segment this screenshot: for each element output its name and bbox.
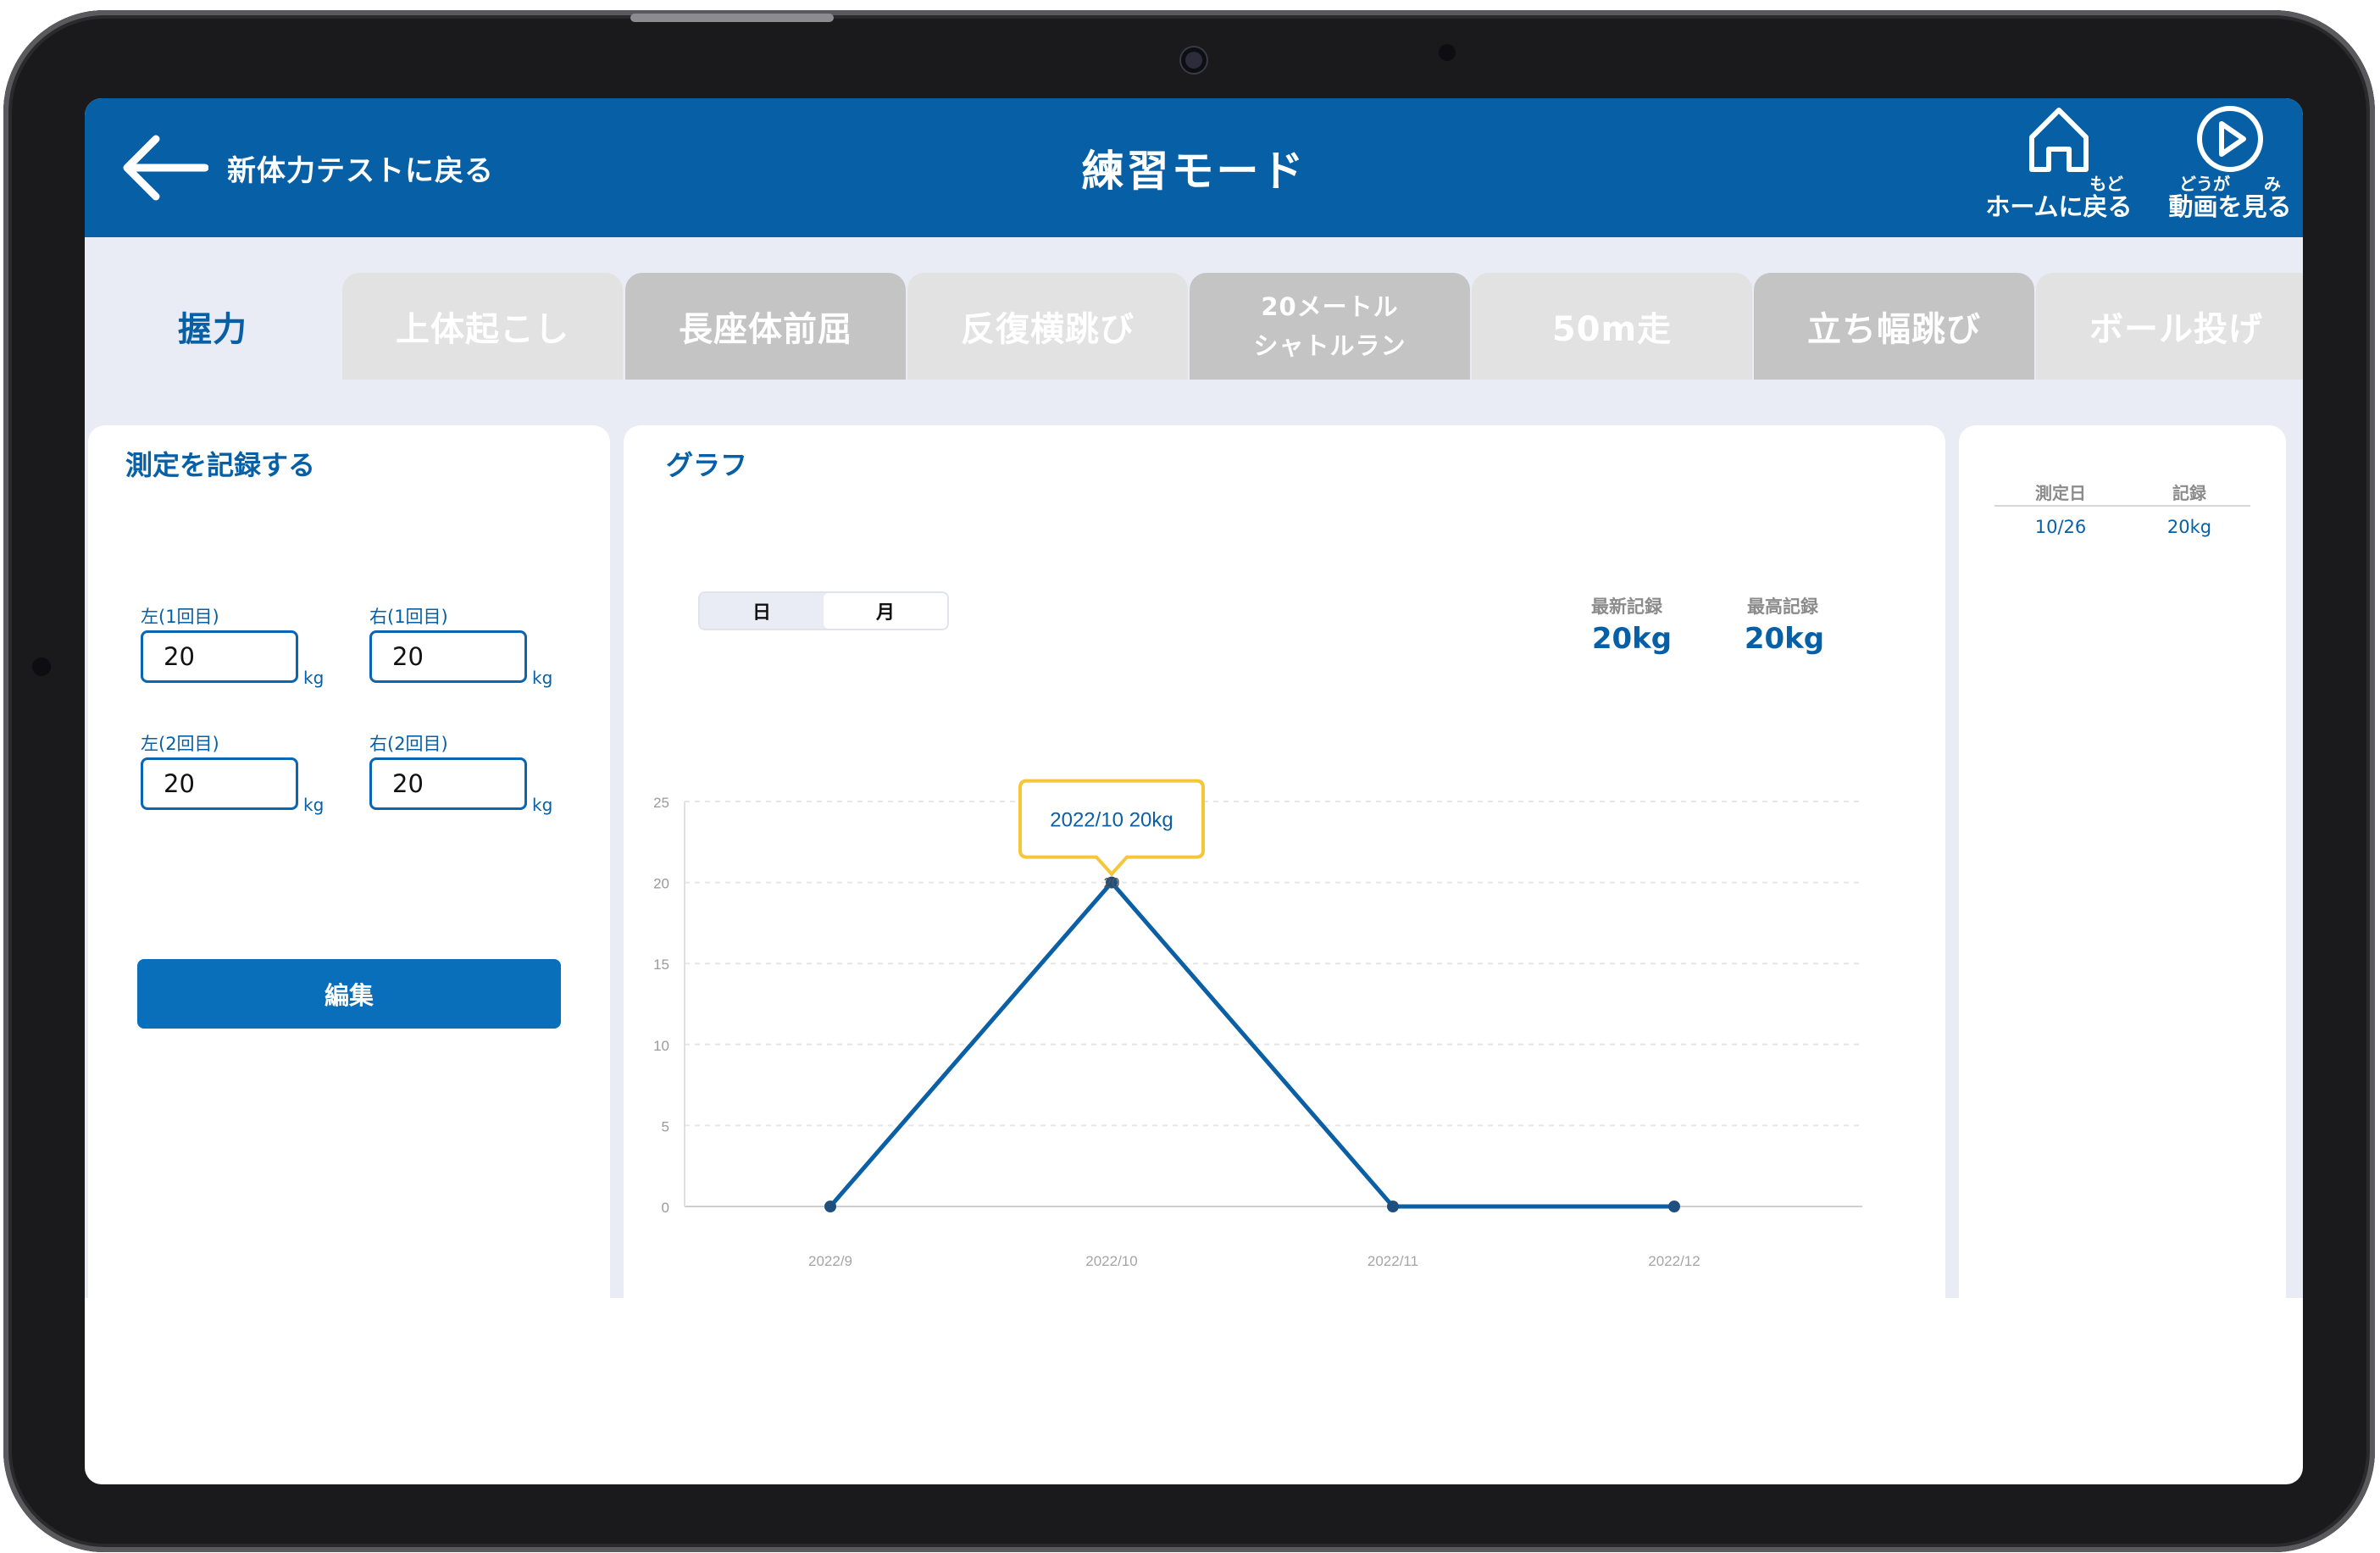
x-tick-label: 2022/11 — [1368, 1253, 1418, 1269]
page-title: 練習モード — [1081, 147, 1307, 196]
x-tick-label: 2022/9 — [808, 1253, 852, 1269]
data-point — [824, 1201, 836, 1212]
record-title: 測定を記録する — [125, 449, 316, 481]
video-ruby: どうが み — [2179, 174, 2281, 194]
video-label: 動画を見る — [2168, 192, 2292, 221]
tab-label-line2: シャトルラン — [1253, 331, 1406, 360]
record-card: 測定を記録する 左(1回目) kg 右(1回目) kg 左(2回目) kg 右(… — [88, 425, 610, 1340]
tab-label-line1: 20メートル — [1261, 292, 1399, 321]
col-date-header: 測定日 — [2035, 483, 2086, 503]
line-chart: 05101520252022/9 2022/10 2022/11 2022/12202… — [653, 779, 1862, 1269]
row-record: 20kg — [2166, 517, 2212, 537]
watch-video-button[interactable]: どうが み 動画を見る — [2162, 103, 2298, 220]
tab-ball-throw[interactable]: ボール投げ — [2036, 273, 2303, 380]
tab-sitting-forward-bend[interactable]: 長座体前屈 — [625, 273, 906, 380]
series-line — [829, 880, 1674, 1209]
right-2-unit: kg — [532, 795, 553, 815]
app-screen: 新体力テストに戻る 練習モード もど ホームに戻る どうが み 動画を見る 握力… — [85, 98, 2303, 1484]
right-1-input[interactable] — [369, 630, 527, 683]
y-tick-label: 5 — [662, 1118, 669, 1134]
home-icon — [2029, 108, 2089, 172]
tab-label: 立ち幅跳び — [1807, 310, 1981, 349]
left-1-unit: kg — [303, 668, 325, 688]
edit-button[interactable]: 編集 — [137, 959, 561, 1029]
left-2-input[interactable] — [141, 757, 298, 810]
home-button[interactable]: もど ホームに戻る — [1983, 103, 2135, 220]
left-2-label: 左(2回目) — [141, 734, 219, 754]
tab-situps[interactable]: 上体起こし — [342, 273, 623, 380]
y-tick-label: 10 — [653, 1038, 669, 1054]
main-content: 握力 上体起こし 長座体前屈 反復横跳び 20メートル シャトルラン 50m走 — [85, 237, 2303, 1340]
tab-label: 反復横跳び — [961, 310, 1135, 349]
home-label: ホームに戻る — [1985, 192, 2133, 221]
left-1-label: 左(1回目) — [141, 607, 219, 627]
left-1-input[interactable] — [141, 630, 298, 683]
home-ruby: もど — [2089, 174, 2123, 194]
light-sensor — [1439, 44, 1456, 61]
row-date: 10/26 — [2034, 517, 2087, 537]
left-2-unit: kg — [303, 795, 325, 815]
test-tabs: 握力 上体起こし 長座体前屈 反復横跳び 20メートル シャトルラン 50m走 — [85, 273, 2303, 380]
tab-label: 長座体前屈 — [679, 310, 852, 349]
side-sensor — [32, 657, 51, 676]
tab-label: ボール投げ — [2089, 310, 2263, 349]
power-button — [630, 14, 834, 22]
graph-card: グラフ 日 月 最新記録 20kg 最高記録 20kg 0 5 10 15 20 25 20… — [624, 425, 1945, 1340]
play-circle-icon — [2197, 106, 2263, 172]
y-tick-label: 20 — [653, 876, 669, 892]
tab-standing-jump[interactable]: 立ち幅跳び — [1754, 273, 2034, 380]
data-point — [1387, 1201, 1399, 1212]
right-2-input[interactable] — [369, 757, 527, 810]
table-divider — [1994, 505, 2250, 507]
x-tick-label: 2022/10 — [1085, 1253, 1137, 1269]
tab-side-step[interactable]: 反復横跳び — [907, 273, 1188, 380]
tab-shuttle-run[interactable]: 20メートル シャトルラン — [1190, 273, 1470, 380]
tab-label: 上体起こし — [396, 310, 569, 349]
data-point — [1668, 1201, 1680, 1212]
x-tick-label: 2022/12 — [1648, 1253, 1700, 1269]
history-card: 測定日 記録 10/26 20kg — [1959, 425, 2286, 1340]
right-1-label: 右(1回目) — [369, 607, 448, 627]
tab-label: 握力 — [178, 310, 247, 349]
right-1-unit: kg — [532, 668, 553, 688]
right-2-label: 右(2回目) — [369, 734, 448, 754]
tab-label: 50m走 — [1551, 310, 1673, 349]
tablet-frame: 新体力テストに戻る 練習モード もど ホームに戻る どうが み 動画を見る 握力… — [3, 10, 2375, 1552]
tab-grip[interactable]: 握力 — [85, 273, 341, 380]
app-header: 新体力テストに戻る 練習モード もど ホームに戻る どうが み 動画を見る — [85, 98, 2303, 237]
chart-tooltip-text: 2022/10 20kg — [1050, 809, 1173, 832]
y-tick-label: 0 — [662, 1200, 669, 1216]
front-camera — [1181, 47, 1207, 73]
tab-50m-run[interactable]: 50m走 — [1472, 273, 1752, 380]
data-label: 20 — [1104, 875, 1120, 891]
col-record-header: 記録 — [2172, 483, 2206, 503]
y-tick-label: 15 — [653, 957, 669, 973]
y-tick-label: 25 — [653, 795, 669, 811]
